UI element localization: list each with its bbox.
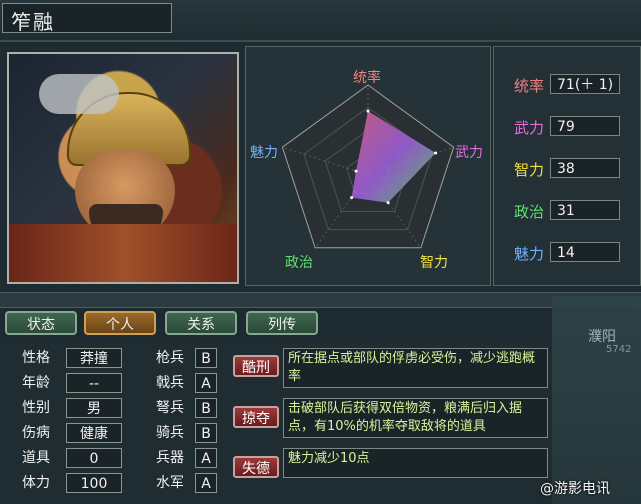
radar-data-point bbox=[386, 201, 390, 205]
info-value-gender: 男 bbox=[66, 398, 122, 418]
skill-button-plunder[interactable]: 掠夺 bbox=[233, 406, 279, 428]
watermark-text: @游影电讯 bbox=[540, 481, 610, 497]
stat-value-politics: 31 bbox=[550, 200, 620, 220]
stat-label-politics: 政治 bbox=[514, 203, 545, 221]
stat-label-war: 武力 bbox=[514, 119, 545, 137]
tab-relations[interactable]: 关系 bbox=[165, 311, 237, 335]
radar-label-right: 武力 bbox=[455, 145, 483, 161]
aptitude-label-cavalry: 骑兵 bbox=[156, 425, 184, 441]
info-value-personality: 莽撞 bbox=[66, 348, 122, 368]
info-label-personality: 性格 bbox=[22, 350, 50, 366]
officer-portrait bbox=[7, 52, 239, 284]
radar-label-bottom-right: 智力 bbox=[420, 255, 448, 271]
aptitude-grade-crossbow: B bbox=[195, 398, 217, 418]
radar-data-point bbox=[354, 169, 358, 173]
radar-data-point bbox=[350, 196, 354, 200]
section-divider bbox=[0, 292, 641, 308]
stat-label-charm: 魅力 bbox=[514, 245, 545, 263]
map-number-label: 5742 bbox=[606, 344, 632, 355]
stat-value-war: 79 bbox=[550, 116, 620, 136]
aptitude-grade-navy: A bbox=[195, 473, 217, 493]
radar-data-point bbox=[366, 109, 370, 113]
stat-value-intelligence: 38 bbox=[550, 158, 620, 178]
radar-label-top: 统率 bbox=[353, 70, 381, 86]
title-bar: 笮融 bbox=[0, 0, 641, 42]
info-label-injury: 伤病 bbox=[22, 425, 50, 441]
map-background: 濮阳 5742 bbox=[552, 296, 641, 504]
hair-shape bbox=[39, 74, 119, 114]
info-label-age: 年龄 bbox=[22, 375, 50, 391]
stat-label-intelligence: 智力 bbox=[514, 161, 545, 179]
radar-panel: 统率 武力 智力 政治 魅力 bbox=[245, 46, 491, 286]
aptitude-label-crossbow: 弩兵 bbox=[156, 400, 184, 416]
tab-biography[interactable]: 列传 bbox=[246, 311, 318, 335]
stat-panel: 统率 71(＋ 1) 武力 79 智力 38 政治 31 魅力 14 bbox=[493, 46, 641, 286]
aptitude-grade-cavalry: B bbox=[195, 423, 217, 443]
skill-desc-misconduct: 魅力减少10点 bbox=[283, 448, 548, 478]
info-value-items: 0 bbox=[66, 448, 122, 468]
aptitude-grade-spear: B bbox=[195, 348, 217, 368]
aptitude-label-navy: 水军 bbox=[156, 475, 184, 491]
info-label-items: 道具 bbox=[22, 450, 50, 466]
armor-shape bbox=[9, 224, 237, 282]
info-value-stamina: 100 bbox=[66, 473, 122, 493]
tab-personal[interactable]: 个人 bbox=[84, 311, 156, 335]
officer-name-box: 笮融 bbox=[2, 3, 172, 34]
skill-button-misconduct[interactable]: 失德 bbox=[233, 456, 279, 478]
stat-value-leadership: 71(＋ 1) bbox=[550, 74, 620, 94]
tab-status[interactable]: 状态 bbox=[5, 311, 77, 335]
radar-label-left: 魅力 bbox=[250, 145, 278, 161]
radar-data-point bbox=[434, 151, 438, 155]
info-label-gender: 性别 bbox=[22, 400, 50, 416]
info-value-age: -- bbox=[66, 373, 122, 393]
aptitude-label-halberd: 戟兵 bbox=[156, 375, 184, 391]
info-value-injury: 健康 bbox=[66, 423, 122, 443]
aptitude-grade-halberd: A bbox=[195, 373, 217, 393]
radar-label-bottom-left: 政治 bbox=[285, 255, 313, 271]
aptitude-grade-siege: A bbox=[195, 448, 217, 468]
stat-label-leadership: 统率 bbox=[514, 77, 545, 95]
officer-name: 笮融 bbox=[11, 10, 55, 34]
info-label-stamina: 体力 bbox=[22, 475, 50, 491]
skill-button-torture[interactable]: 酷刑 bbox=[233, 355, 279, 377]
map-city-label: 濮阳 bbox=[588, 329, 616, 345]
aptitude-label-siege: 兵器 bbox=[156, 450, 184, 466]
watermark: @游影电讯 bbox=[540, 478, 610, 498]
skill-desc-torture: 所在据点或部队的俘虏必受伤，减少逃跑概率 bbox=[283, 348, 548, 388]
stat-value-charm: 14 bbox=[550, 242, 620, 262]
skill-desc-plunder: 击破部队后获得双倍物资，粮满后归入据点，有10%的机率夺取敌将的道具 bbox=[283, 398, 548, 438]
aptitude-label-spear: 枪兵 bbox=[156, 350, 184, 366]
